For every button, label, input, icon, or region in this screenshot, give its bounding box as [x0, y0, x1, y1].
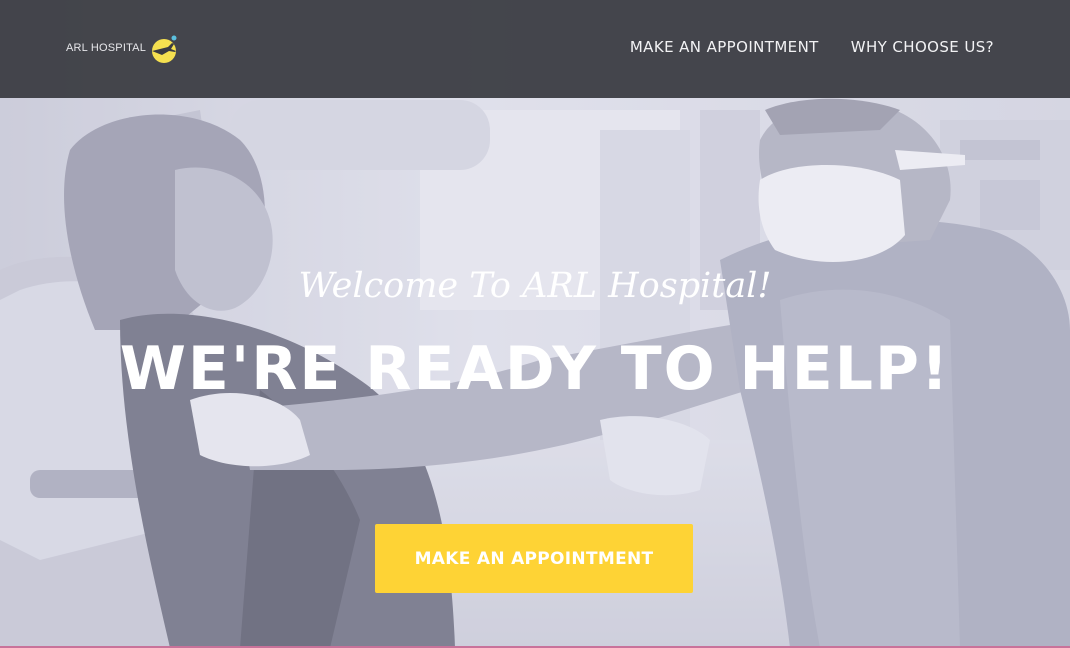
logo-text: ARL HOSPITAL: [66, 42, 147, 54]
nav-why-choose-us[interactable]: WHY CHOOSE US?: [851, 38, 994, 56]
welcome-heading: Welcome To ARL Hospital!: [298, 266, 772, 306]
nav-make-appointment[interactable]: MAKE AN APPOINTMENT: [630, 38, 819, 56]
top-navbar: ARL HOSPITAL MAKE AN APPOINTMENT WHY CHO…: [0, 0, 1070, 98]
main-nav: MAKE AN APPOINTMENT WHY CHOOSE US?: [630, 38, 994, 56]
brand-logo[interactable]: ARL HOSPITAL: [66, 33, 186, 67]
crescent-moon-plane-icon: [152, 35, 177, 63]
hero-headline: WE'RE READY TO HELP!: [119, 334, 951, 404]
make-appointment-button[interactable]: MAKE AN APPOINTMENT: [375, 524, 693, 593]
